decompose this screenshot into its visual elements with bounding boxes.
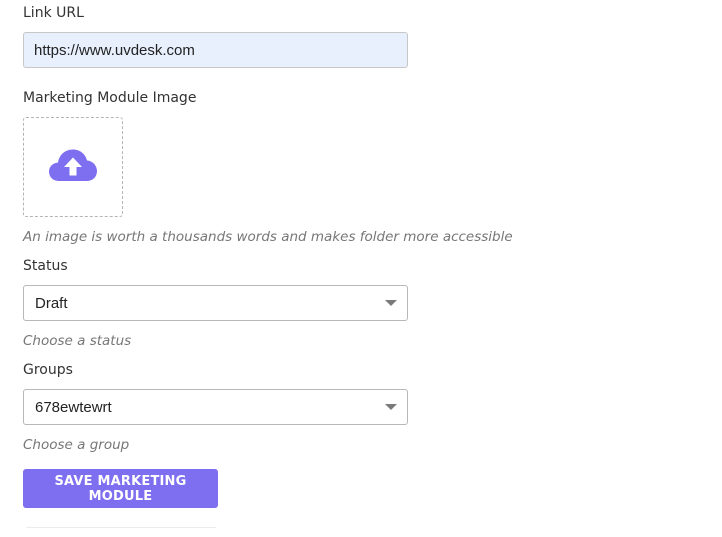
status-selected-value: Draft xyxy=(35,295,68,312)
cloud-upload-icon xyxy=(48,148,98,187)
groups-label: Groups xyxy=(23,362,73,378)
status-hint: Choose a status xyxy=(23,333,132,349)
groups-hint: Choose a group xyxy=(23,437,130,453)
chevron-down-icon xyxy=(385,300,397,306)
image-label: Marketing Module Image xyxy=(23,90,197,106)
chevron-down-icon xyxy=(385,404,397,410)
save-marketing-module-button[interactable]: SAVE MARKETING MODULE xyxy=(23,469,218,508)
link-url-label: Link URL xyxy=(23,5,84,21)
status-select[interactable]: Draft xyxy=(23,285,408,321)
image-upload-dropzone[interactable] xyxy=(23,117,123,217)
divider xyxy=(26,527,216,528)
groups-selected-value: 678ewtewrt xyxy=(35,399,112,416)
link-url-input[interactable] xyxy=(23,32,408,68)
groups-select[interactable]: 678ewtewrt xyxy=(23,389,408,425)
status-label: Status xyxy=(23,258,68,274)
image-hint: An image is worth a thousands words and … xyxy=(23,229,513,245)
